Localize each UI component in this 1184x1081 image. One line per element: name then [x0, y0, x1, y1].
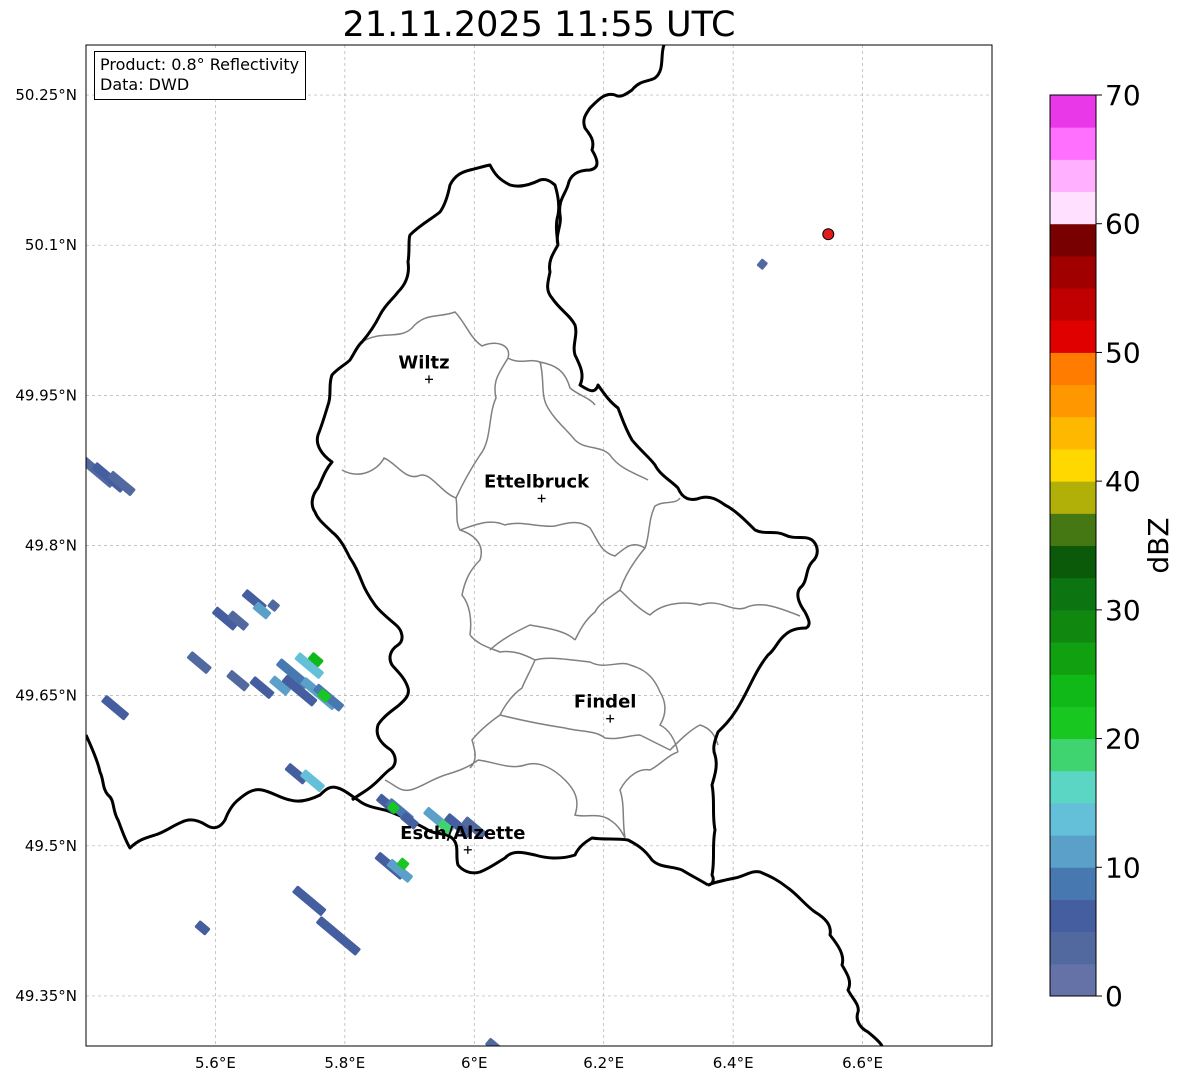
city-marker: Wiltz [398, 352, 450, 384]
city-label: Ettelbruck [484, 471, 590, 492]
district-boundaries [341, 311, 801, 839]
colorbar-segment [1050, 642, 1096, 675]
colorbar-segment [1050, 706, 1096, 740]
lat-tick-label: 49.35°N [15, 987, 77, 1005]
radar-site-marker [822, 228, 835, 241]
echo-cell [756, 258, 768, 270]
echo-cell [101, 695, 129, 721]
colorbar-tick-label: 20 [1105, 723, 1141, 756]
colorbar-segment [1050, 416, 1096, 450]
gridlines [86, 45, 992, 1046]
city-label: Esch/Alzette [400, 823, 525, 844]
colorbar-tick-label: 30 [1105, 594, 1141, 627]
colorbar-segment [1050, 899, 1096, 933]
lat-tick-label: 49.8°N [25, 537, 77, 555]
colorbar-tick-label: 50 [1105, 336, 1141, 369]
colorbar-segment [1050, 738, 1096, 772]
lon-tick-label: 6.4°E [713, 1054, 754, 1072]
colorbar-segment [1050, 288, 1096, 321]
lat-tick-label: 50.25°N [15, 86, 77, 104]
colorbar-segment [1050, 545, 1096, 579]
lat-tick-label: 49.5°N [25, 837, 77, 855]
lat-tick-label: 49.95°N [15, 386, 77, 404]
echo-cell [292, 885, 327, 916]
colorbar-segment [1050, 770, 1096, 804]
axis-ticks: 5.6°E 5.8°E 6°E 6.2°E 6.4°E 6.6°E 50.25°N 50.1°… [15, 86, 883, 1072]
colorbar-segment [1050, 835, 1096, 868]
colorbar-segment [1050, 127, 1096, 160]
colorbar-tick-label: 60 [1105, 208, 1141, 241]
lon-tick-label: 5.8°E [324, 1054, 365, 1072]
city-marker: Ettelbruck [484, 471, 590, 503]
colorbar-segment [1050, 481, 1096, 514]
echo-cell [187, 651, 212, 674]
colorbar-segment [1050, 867, 1096, 900]
colorbar-segment [1050, 448, 1096, 482]
city-markers: Wiltz Ettelbruck Findel Esch/Alzette [398, 352, 637, 854]
colorbar-tick-label: 10 [1105, 851, 1141, 884]
echo-cell [316, 916, 361, 956]
colorbar-segment [1050, 609, 1096, 643]
lon-tick-label: 5.6°E [195, 1054, 236, 1072]
echo-cell [226, 670, 250, 692]
colorbar-segment [1050, 674, 1096, 707]
lon-tick-label: 6.6°E [842, 1054, 883, 1072]
echo-cell [267, 599, 280, 612]
colorbar-segment [1050, 963, 1096, 997]
colorbar-unit-label: dBZ [1142, 517, 1175, 573]
city-label: Wiltz [398, 352, 449, 373]
city-marker: Findel [574, 692, 637, 723]
colorbar-segment [1050, 802, 1096, 836]
data-source-label: Data: DWD [100, 75, 190, 94]
lat-tick-label: 50.1°N [25, 236, 77, 254]
city-label: Findel [574, 692, 637, 713]
colorbar-segment [1050, 159, 1096, 193]
colorbar-tick-label: 70 [1105, 79, 1141, 112]
product-label: Product: 0.8° Reflectivity [100, 55, 300, 74]
lon-tick-label: 6°E [461, 1054, 488, 1072]
colorbar-segment [1050, 223, 1096, 257]
lat-tick-label: 49.65°N [15, 687, 77, 705]
precipitation-echoes [86, 258, 768, 1046]
colorbar-segment [1050, 320, 1096, 353]
colorbar-segment [1050, 577, 1096, 611]
colorbar-segment [1050, 931, 1096, 965]
city-marker: Esch/Alzette [400, 823, 525, 854]
colorbar-segment [1050, 513, 1096, 546]
radar-map: WiltzEttelbruckFindelEsch/Alzette 5.6°E 5… [15, 44, 1175, 1072]
lon-tick-label: 6.2°E [583, 1054, 624, 1072]
colorbar-tick-label: 40 [1105, 465, 1141, 498]
echo-cell [194, 920, 211, 936]
colorbar-segment [1050, 384, 1096, 418]
colorbar-tick-label: 0 [1105, 980, 1123, 1013]
product-info-box: Product: 0.8° Reflectivity Data: DWD [94, 51, 307, 100]
colorbar-segment [1050, 255, 1096, 289]
colorbar: 0 10 20 30 40 50 60 70 dBZ [1049, 79, 1175, 1013]
colorbar-segment [1050, 191, 1096, 225]
colorbar-segment [1050, 352, 1096, 386]
map-content: Wiltz Ettelbruck Findel Esch/Alzette [86, 45, 884, 1046]
colorbar-segment [1050, 95, 1096, 128]
